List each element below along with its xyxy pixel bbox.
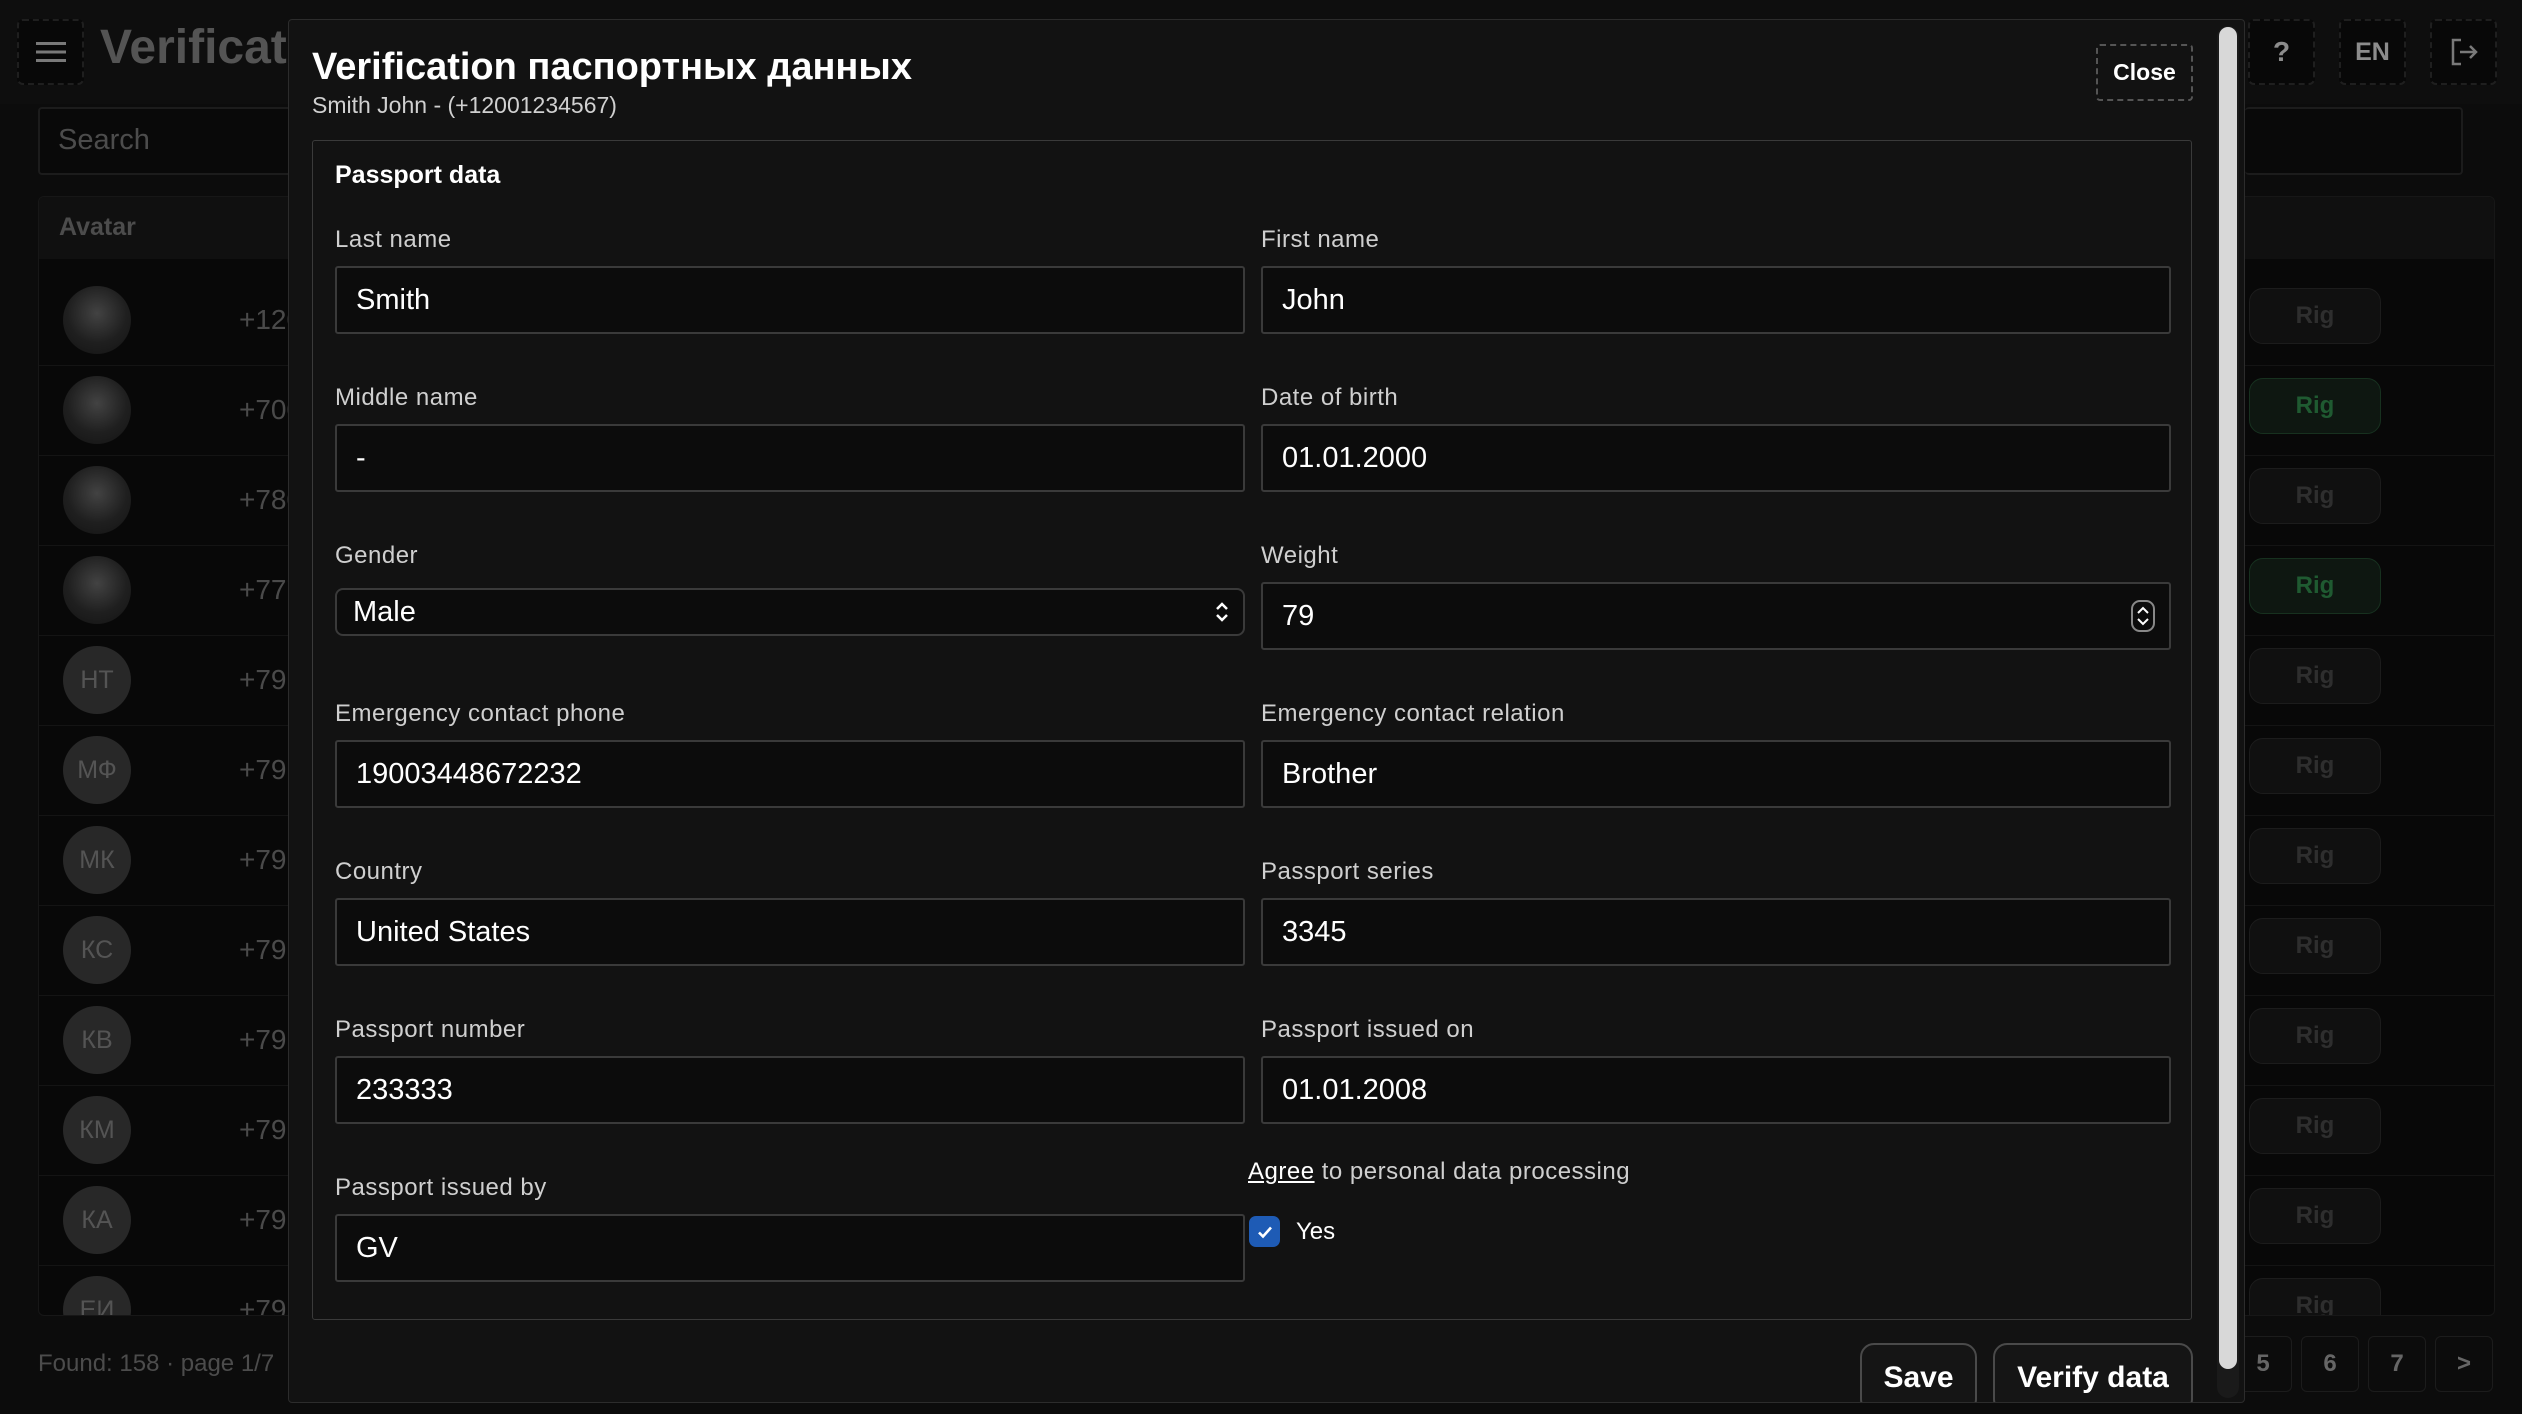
weight-label: Weight [1261,542,1339,569]
consent-text: to personal data processing [1314,1158,1631,1185]
gender-label: Gender [335,542,419,569]
agree-link[interactable]: Agree [1248,1158,1315,1185]
last-name-input[interactable]: Smith [335,266,1245,334]
country-label: Country [335,858,423,885]
gender-select[interactable]: Male [335,588,1245,636]
middle-name-label: Middle name [335,384,478,411]
consent-label: Agree to personal data processing [1248,1158,1630,1186]
passport-series-input[interactable]: 3345 [1261,898,2171,966]
passport-number-label: Passport number [335,1016,526,1043]
consent-checkbox[interactable] [1249,1216,1280,1247]
save-button[interactable]: Save [1860,1343,1977,1402]
passport-data-section: Passport data Last name Smith First name… [312,140,2192,1320]
passport-issued-on-input[interactable]: 01.01.2008 [1261,1056,2171,1124]
first-name-label: First name [1261,226,1380,253]
country-input[interactable]: United States [335,898,1245,966]
emergency-relation-input[interactable]: Brother [1261,740,2171,808]
first-name-input[interactable]: John [1261,266,2171,334]
section-title: Passport data [335,161,501,189]
modal-subtitle: Smith John - (+12001234567) [312,92,617,118]
select-chevron-icon [1216,602,1228,622]
consent-checkbox-label: Yes [1296,1218,1336,1245]
passport-issued-by-label: Passport issued by [335,1174,547,1201]
gender-value: Male [353,595,416,628]
page: Verificat ? EN Search Avatar +120 Rig +700… [0,0,2522,1414]
middle-name-input[interactable]: - [335,424,1245,492]
emergency-relation-label: Emergency contact relation [1261,700,1565,727]
date-of-birth-label: Date of birth [1261,384,1399,411]
modal-scrollbar-thumb[interactable] [2219,27,2237,1369]
passport-issued-by-input[interactable]: GV [335,1214,1245,1282]
date-of-birth-input[interactable]: 01.01.2000 [1261,424,2171,492]
last-name-label: Last name [335,226,452,253]
close-button[interactable]: Close [2096,44,2193,101]
weight-input[interactable]: 79 [1261,582,2171,650]
number-spinner-icon[interactable] [2131,600,2155,632]
emergency-phone-label: Emergency contact phone [335,700,626,727]
modal-title: Verification паспортных данных [312,46,912,88]
verification-modal: Verification паспортных данных Smith Joh… [288,19,2245,1403]
verify-data-button[interactable]: Verify data [1993,1343,2193,1402]
passport-series-label: Passport series [1261,858,1434,885]
passport-issued-on-label: Passport issued on [1261,1016,1475,1043]
weight-value: 79 [1282,599,1315,632]
checkmark-icon [1257,1226,1272,1238]
passport-number-input[interactable]: 233333 [335,1056,1245,1124]
emergency-phone-input[interactable]: 19003448672232 [335,740,1245,808]
